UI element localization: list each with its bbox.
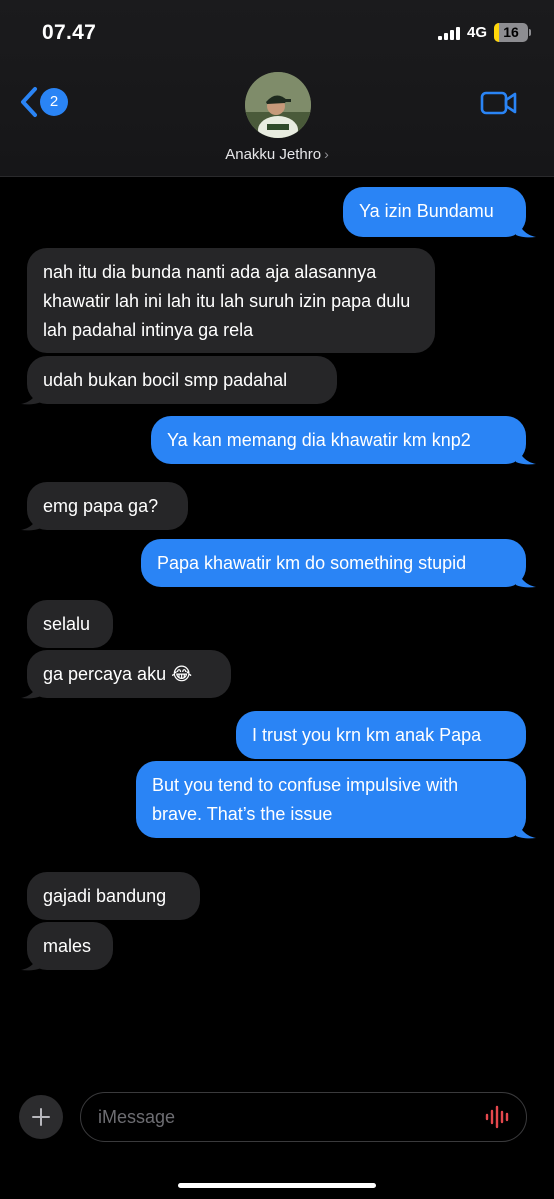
battery-tip bbox=[529, 29, 531, 36]
battery-level: 16 bbox=[503, 24, 519, 40]
video-camera-icon[interactable] bbox=[480, 90, 518, 116]
contact-name: Anakku Jethro bbox=[225, 146, 322, 163]
message-bubble-received[interactable]: gajadi bandung bbox=[27, 872, 200, 920]
message-bubble-sent[interactable]: Papa khawatir km do something stupid bbox=[141, 539, 526, 587]
cellular-signal-icon bbox=[438, 27, 462, 40]
chevron-right-icon: › bbox=[324, 146, 329, 162]
message-bubble-received[interactable]: nah itu dia bunda nanti ada aja alasanny… bbox=[27, 248, 435, 353]
message-bubble-received[interactable]: udah bukan bocil smp padahal bbox=[27, 356, 337, 404]
message-bubble-received[interactable]: selalu bbox=[27, 600, 113, 648]
message-bubble-sent[interactable]: Ya izin Bundamu bbox=[343, 187, 526, 237]
conversation-header: 07.47 4G 16 2 Anakku Jethro › bbox=[0, 0, 554, 177]
waveform-icon[interactable] bbox=[484, 1103, 512, 1131]
bubble-tail bbox=[21, 384, 41, 405]
chevron-left-icon bbox=[21, 87, 37, 117]
bubble-tail bbox=[516, 567, 536, 588]
message-bubble-sent[interactable]: But you tend to confuse impulsive with b… bbox=[136, 761, 526, 838]
battery-icon: 16 bbox=[494, 23, 528, 42]
bubble-tail bbox=[21, 950, 41, 971]
network-type: 4G bbox=[467, 24, 488, 41]
status-time: 07.47 bbox=[42, 21, 97, 44]
message-bubble-received[interactable]: ga percaya aku 😂 bbox=[27, 650, 231, 698]
bubble-tail bbox=[516, 217, 536, 238]
imessage-input[interactable] bbox=[80, 1092, 527, 1142]
messages-screen: 07.47 4G 16 2 Anakku Jethro › Ya izin Bu… bbox=[0, 0, 554, 1199]
contact-name-button[interactable]: Anakku Jethro › bbox=[0, 146, 554, 163]
message-bubble-received[interactable]: emg papa ga? bbox=[27, 482, 188, 530]
bubble-tail bbox=[21, 510, 41, 531]
message-bubble-sent[interactable]: I trust you krn km anak Papa bbox=[236, 711, 526, 759]
plus-icon[interactable] bbox=[19, 1095, 63, 1139]
unread-count-badge: 2 bbox=[40, 88, 68, 116]
bubble-tail bbox=[516, 444, 536, 465]
home-indicator[interactable] bbox=[178, 1183, 376, 1188]
avatar-photo bbox=[245, 72, 311, 138]
message-bubble-sent[interactable]: Ya kan memang dia khawatir km knp2 bbox=[151, 416, 526, 464]
avatar[interactable] bbox=[245, 72, 311, 138]
back-button[interactable]: 2 bbox=[18, 84, 74, 124]
bubble-tail bbox=[21, 678, 41, 699]
bubble-tail bbox=[516, 818, 536, 839]
